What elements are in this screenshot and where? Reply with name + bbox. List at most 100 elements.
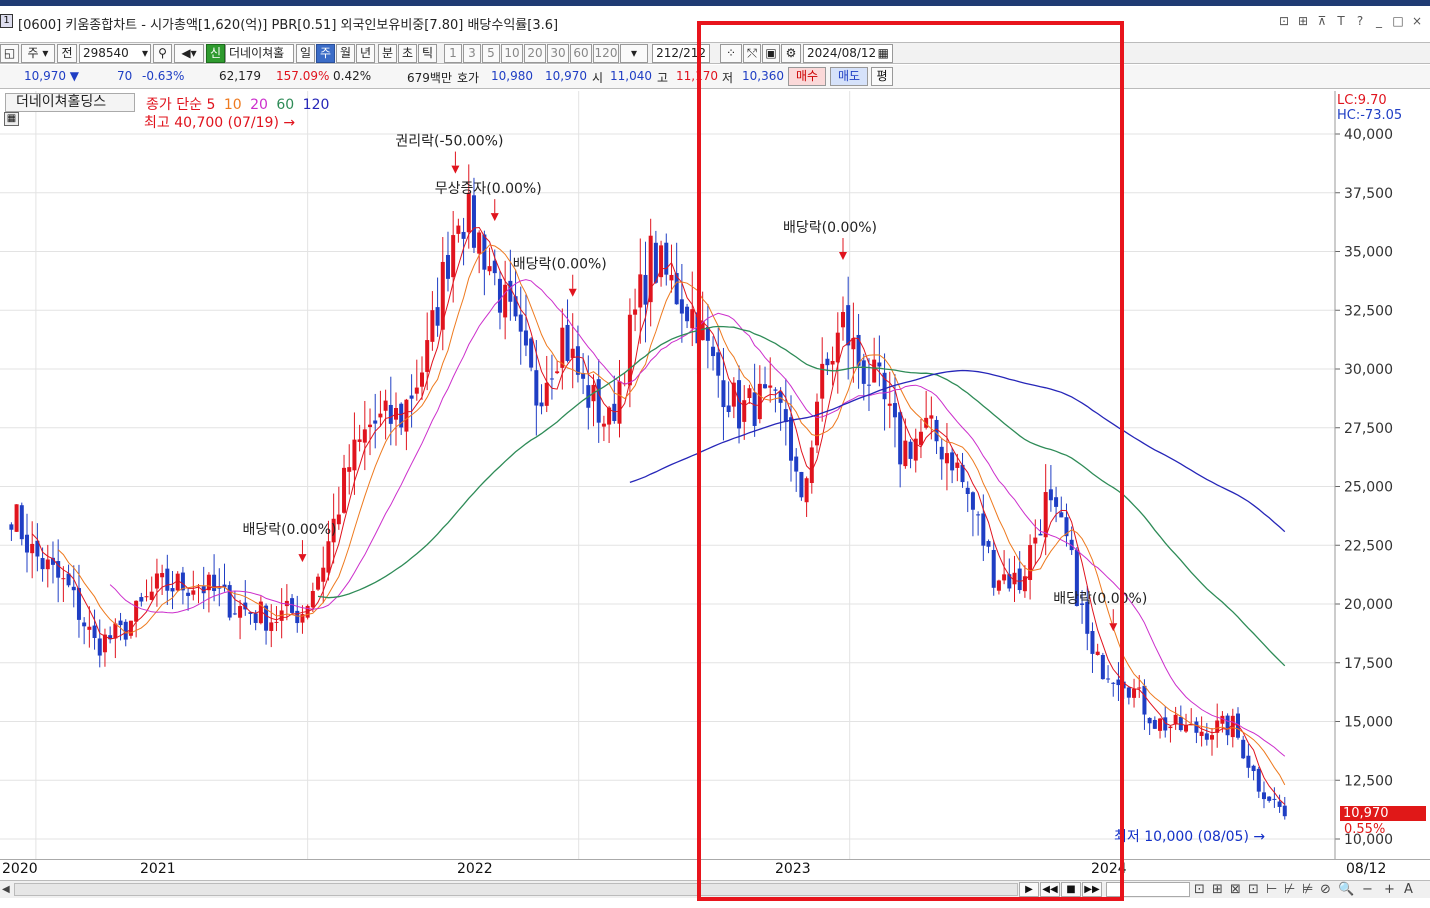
interval-dropdown[interactable]: ▾	[620, 44, 648, 63]
period-week-button[interactable]: 주	[316, 44, 335, 63]
candle-body	[1256, 768, 1261, 792]
fast-forward-button[interactable]: ▶▶	[1082, 882, 1102, 897]
zoom-slider[interactable]	[1106, 882, 1190, 897]
event-arrow-icon	[451, 165, 460, 174]
zoom-in-icon[interactable]: +	[1384, 882, 1395, 897]
interval-60-button[interactable]: 60	[570, 44, 592, 63]
zoom-search-icon[interactable]: 🔍	[1338, 882, 1354, 897]
chart-scrollbar[interactable]: ◀ ▶ ◀◀ ■ ▶▶ ⊡ ⊞ ⊠ ⊡ ⊢ ⊬ ⊭ ⊘ 🔍 − + A	[0, 880, 1430, 898]
period-second-button[interactable]: 초	[398, 44, 417, 63]
ma-title: 종가 단순	[146, 97, 202, 113]
layout-icon[interactable]: ◱	[0, 44, 19, 63]
interval-5-button[interactable]: 5	[482, 44, 500, 63]
rewind-button[interactable]: ◀◀	[1040, 882, 1060, 897]
ma120-label: 120	[302, 97, 330, 113]
y-tick-label: 17,500	[1344, 656, 1393, 672]
tool-icon-7[interactable]: ⊭	[1302, 882, 1313, 897]
period-month-button[interactable]: 월	[336, 44, 355, 63]
ma120-line	[629, 369, 1286, 533]
candle-body	[487, 266, 492, 272]
tool-icon-6[interactable]: ⊬	[1284, 882, 1295, 897]
help-icon[interactable]: ?	[1353, 14, 1367, 28]
sell-button[interactable]: 매도	[830, 67, 868, 86]
count-field[interactable]: 212/212	[652, 44, 710, 63]
candle-body	[471, 195, 476, 248]
tool-icon-1[interactable]: ⊡	[1194, 882, 1205, 897]
period-minute-button[interactable]: 분	[378, 44, 397, 63]
period-tick-button[interactable]: 틱	[418, 44, 437, 63]
candle-body	[388, 404, 393, 424]
candle-body	[737, 380, 742, 429]
candle-body	[840, 312, 845, 328]
table-icon[interactable]: ▦	[4, 112, 19, 126]
scroll-left-icon[interactable]: ◀	[2, 884, 10, 895]
candle-body	[1261, 792, 1266, 800]
candle-body	[445, 254, 450, 279]
period-year-button[interactable]: 년	[356, 44, 375, 63]
sound-icon[interactable]: ◀▾	[174, 44, 204, 63]
search-icon[interactable]: ⚲	[153, 44, 172, 63]
calendar-icon[interactable]: ▦	[878, 45, 889, 62]
candle-body	[877, 362, 882, 367]
legend-stock-name[interactable]: 더네이쳐홀딩스	[5, 93, 135, 112]
tool-icon-8[interactable]: ⊘	[1320, 882, 1331, 897]
zoom-out-icon[interactable]: −	[1362, 882, 1373, 897]
font-icon[interactable]: T	[1334, 14, 1348, 28]
price-chart[interactable]: 40,000 37,500 35,000 32,500 30,000 27,500 25,0…	[0, 91, 1430, 859]
candle-body	[617, 381, 622, 424]
compare-icon[interactable]: ⤲	[743, 44, 761, 63]
window-icon[interactable]: 1	[0, 14, 13, 28]
candle-body	[40, 558, 45, 570]
tool-icon-3[interactable]: ⊠	[1230, 882, 1241, 897]
candle-body	[835, 332, 840, 363]
tool-icon-4[interactable]: ⊡	[1248, 882, 1259, 897]
period-type-select[interactable]: 주 ▾	[21, 44, 55, 63]
mode-select[interactable]: 전	[57, 44, 77, 63]
candle-body	[633, 309, 638, 315]
candle-body	[1017, 568, 1022, 591]
save-icon[interactable]: ▣	[762, 44, 780, 63]
stock-name-field[interactable]: 더네이쳐홀	[225, 44, 294, 63]
interval-3-button[interactable]: 3	[463, 44, 481, 63]
candle-body	[92, 625, 97, 638]
chevron-down-icon[interactable]: ▾	[142, 45, 148, 62]
period-day-button[interactable]: 일	[296, 44, 315, 63]
interval-120-button[interactable]: 120	[593, 44, 619, 63]
candle-body	[71, 586, 76, 591]
link-window-icon[interactable]: ⊡	[1277, 14, 1291, 28]
minimize-button[interactable]: _	[1372, 14, 1386, 28]
candle-body	[1152, 719, 1157, 729]
chart-area[interactable]: 40,000 37,500 35,000 32,500 30,000 27,500 25,0…	[0, 91, 1430, 881]
chart-window: { "window":{"icon_label":"1","title":"[0…	[0, 0, 1430, 908]
candle-body	[45, 559, 50, 570]
y-tick-label: 30,000	[1344, 362, 1393, 378]
crosshair-icon[interactable]: ⁘	[720, 44, 742, 63]
candle-body	[861, 360, 866, 384]
candle-body	[773, 389, 778, 391]
candle-body	[1043, 492, 1048, 538]
candle-body	[321, 567, 326, 582]
tool-icon-2[interactable]: ⊞	[1212, 882, 1223, 897]
event-arrow-icon	[568, 288, 577, 297]
interval-30-button[interactable]: 30	[547, 44, 569, 63]
stop-button[interactable]: ■	[1061, 882, 1081, 897]
tile-window-icon[interactable]: ⊞	[1296, 14, 1310, 28]
scroll-track[interactable]	[14, 883, 1018, 896]
candle-body	[14, 504, 19, 532]
interval-10-button[interactable]: 10	[501, 44, 523, 63]
tool-icon-5[interactable]: ⊢	[1266, 882, 1277, 897]
candle-body	[794, 456, 799, 472]
ma5-line	[31, 226, 1286, 805]
auto-scale-icon[interactable]: A	[1404, 882, 1413, 897]
interval-20-button[interactable]: 20	[524, 44, 546, 63]
average-button[interactable]: 평	[871, 67, 893, 86]
date-field[interactable]: 2024/08/12 ▦	[803, 44, 893, 63]
pin-icon[interactable]: ⊼	[1315, 14, 1329, 28]
interval-1-button[interactable]: 1	[444, 44, 462, 63]
settings-icon[interactable]: ⚙	[781, 44, 801, 63]
play-button[interactable]: ▶	[1019, 882, 1039, 897]
stock-code-input[interactable]: 298540 ▾	[79, 44, 151, 63]
maximize-button[interactable]: □	[1391, 14, 1405, 28]
buy-button[interactable]: 매수	[788, 67, 826, 86]
close-button[interactable]: ×	[1410, 14, 1424, 28]
